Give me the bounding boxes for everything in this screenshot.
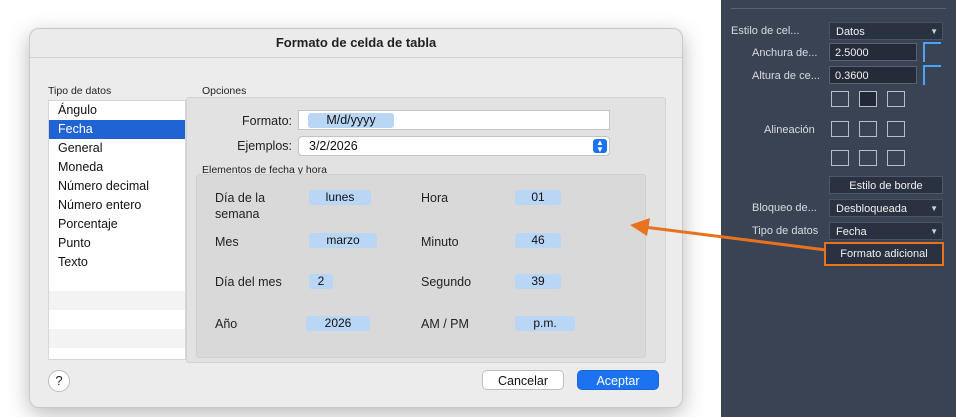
cell-style-label: Estilo de cel... xyxy=(731,25,800,37)
align-middle-center-icon[interactable] xyxy=(859,121,877,137)
properties-palette: Estilo de cel... Datos ▼ Anchura de... 2… xyxy=(721,0,956,417)
dialog-titlebar: Formato de celda de tabla xyxy=(30,29,682,58)
hour-label: Hora xyxy=(421,191,449,205)
hour-chip[interactable]: 01 xyxy=(515,190,561,205)
orange-arrow-annotation xyxy=(630,218,827,252)
day-of-week-label: Día de la semana xyxy=(215,191,266,221)
arrow-head xyxy=(630,218,650,236)
day-of-month-label: Día del mes xyxy=(215,275,282,289)
ampm-chip[interactable]: p.m. xyxy=(515,316,575,331)
second-chip[interactable]: 39 xyxy=(515,274,561,289)
cell-width-input[interactable]: 2.5000 xyxy=(829,43,917,61)
cancel-button[interactable]: Cancelar xyxy=(482,370,564,390)
list-item-fecha[interactable]: Fecha xyxy=(49,120,185,139)
options-label: Opciones xyxy=(202,85,247,97)
data-type-dropdown[interactable]: Fecha ▼ xyxy=(829,222,943,240)
list-item-porcentaje[interactable]: Porcentaje xyxy=(49,215,185,234)
list-stripe xyxy=(49,291,185,310)
minute-label: Minuto xyxy=(421,235,459,249)
align-middle-right-icon[interactable] xyxy=(887,121,905,137)
day-of-month-chip[interactable]: 2 xyxy=(309,274,333,289)
month-label: Mes xyxy=(215,235,239,249)
list-item-general[interactable]: General xyxy=(49,139,185,158)
lock-value: Desbloqueada xyxy=(836,203,907,215)
list-item-texto[interactable]: Texto xyxy=(49,253,185,272)
dialog-title: Formato de celda de tabla xyxy=(275,35,437,50)
align-top-left-icon[interactable] xyxy=(831,91,849,107)
list-item-punto[interactable]: Punto xyxy=(49,234,185,253)
month-chip[interactable]: marzo xyxy=(309,233,377,248)
alignment-label: Alineación xyxy=(764,124,815,136)
align-bottom-left-icon[interactable] xyxy=(831,150,849,166)
cell-height-label: Altura de ce... xyxy=(752,70,820,82)
list-item-moneda[interactable]: Moneda xyxy=(49,158,185,177)
accept-button[interactable]: Aceptar xyxy=(577,370,659,390)
table-cell-format-dialog: Formato de celda de tabla Tipo de datos … xyxy=(29,28,683,408)
day-of-week-chip[interactable]: lunes xyxy=(309,190,371,205)
chevron-down-icon: ▼ xyxy=(930,27,938,36)
cell-style-dropdown[interactable]: Datos ▼ xyxy=(829,22,943,40)
list-stripe xyxy=(49,329,185,348)
data-types-list: Ángulo Fecha General Moneda Número decim… xyxy=(48,100,186,360)
data-types-label: Tipo de datos xyxy=(48,85,112,97)
list-item-numero-decimal[interactable]: Número decimal xyxy=(49,177,185,196)
align-bottom-right-icon[interactable] xyxy=(887,150,905,166)
examples-label: Ejemplos: xyxy=(237,139,292,153)
help-button[interactable]: ? xyxy=(48,370,70,392)
align-middle-left-icon[interactable] xyxy=(831,121,849,137)
align-top-right-icon[interactable] xyxy=(887,91,905,107)
data-type-value: Fecha xyxy=(836,226,867,238)
cell-width-label: Anchura de... xyxy=(752,47,818,59)
palette-top-divider xyxy=(731,0,946,9)
format-label: Formato: xyxy=(241,114,292,128)
chevron-updown-icon: ▲ ▼ xyxy=(593,139,607,154)
minute-chip[interactable]: 46 xyxy=(515,233,561,248)
list-item-angulo[interactable]: Ángulo xyxy=(49,101,185,120)
lock-dropdown[interactable]: Desbloqueada ▼ xyxy=(829,199,943,217)
align-bottom-center-icon[interactable] xyxy=(859,150,877,166)
ampm-label: AM / PM xyxy=(421,317,469,331)
second-label: Segundo xyxy=(421,275,472,289)
pick-width-icon[interactable] xyxy=(923,42,941,62)
year-label: Año xyxy=(215,317,238,331)
list-item-numero-entero[interactable]: Número entero xyxy=(49,196,185,215)
format-token: M/d/yyyy xyxy=(308,113,394,128)
examples-value: 3/2/2026 xyxy=(309,139,358,153)
align-top-center-icon[interactable] xyxy=(859,91,877,107)
chevron-down-icon: ▼ xyxy=(930,204,938,213)
border-style-button[interactable]: Estilo de borde xyxy=(829,176,943,194)
year-chip[interactable]: 2026 xyxy=(306,316,370,331)
cell-height-input[interactable]: 0.3600 xyxy=(829,66,917,84)
additional-format-button[interactable]: Formato adicional xyxy=(824,242,944,266)
pick-height-icon[interactable] xyxy=(923,65,941,85)
format-field[interactable]: M/d/yyyy xyxy=(298,110,610,130)
chevron-down-icon: ▼ xyxy=(930,227,938,236)
arrow-shaft xyxy=(643,225,827,252)
examples-select[interactable]: 3/2/2026 ▲ ▼ xyxy=(298,136,610,156)
cell-style-value: Datos xyxy=(836,26,865,38)
